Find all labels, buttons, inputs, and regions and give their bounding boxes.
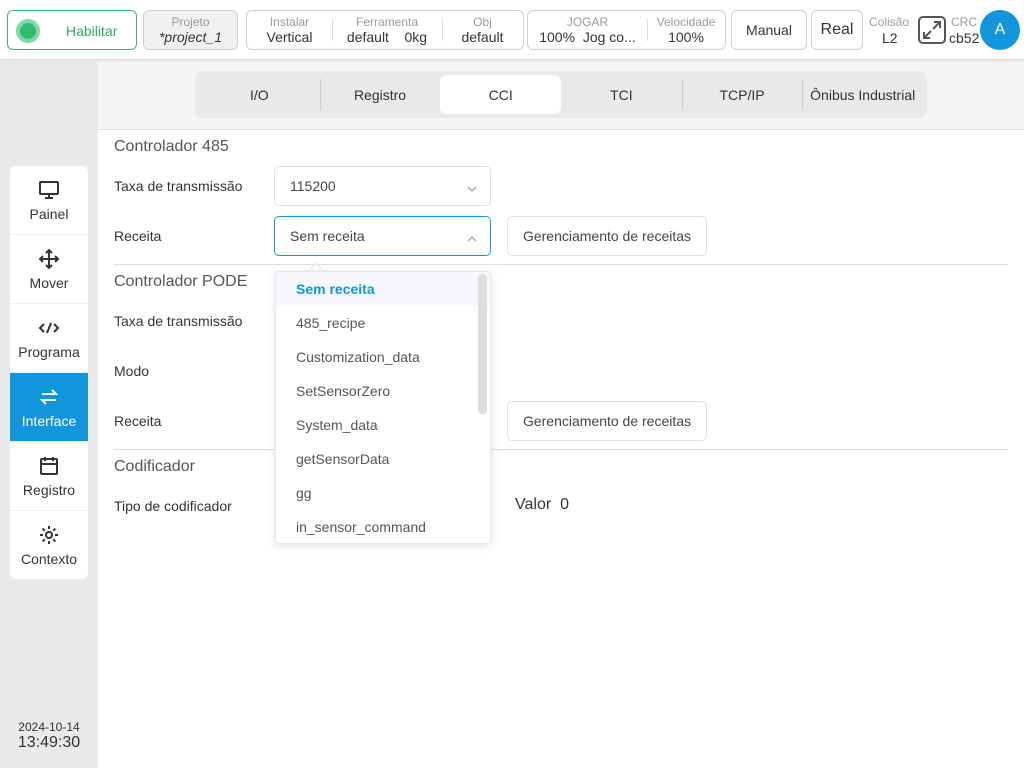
swap-arrows-icon bbox=[38, 386, 60, 408]
install-cell[interactable]: Instalar Vertical bbox=[247, 11, 332, 49]
speed-cell[interactable]: Velocidade 100% bbox=[647, 11, 725, 49]
sidebar-item-label: Programa bbox=[18, 343, 80, 360]
dropdown-option[interactable]: SetSensorZero bbox=[276, 374, 490, 408]
chevron-up-icon bbox=[466, 231, 478, 247]
jog-speed-group[interactable]: JOGAR 100% Jog co... Velocidade 100% bbox=[527, 10, 726, 50]
sidebar-item-label: Mover bbox=[29, 274, 69, 291]
sidebar-item-interface[interactable]: Interface bbox=[10, 373, 88, 442]
controller485-recipe-select[interactable]: Sem receita bbox=[274, 216, 491, 256]
dropdown-option[interactable]: Sem receita bbox=[276, 272, 490, 306]
can-baud-label: Taxa de transmissão bbox=[114, 313, 243, 329]
tab-onibus-industrial[interactable]: Ônibus Industrial bbox=[802, 75, 923, 114]
crc-caption: CRC bbox=[951, 15, 977, 29]
jog-value: 100% Jog co... bbox=[539, 29, 636, 45]
sidebar-item-registro[interactable]: Registro bbox=[10, 442, 88, 511]
tab-cci[interactable]: CCI bbox=[440, 75, 562, 114]
dropdown-option[interactable]: in_sensor_command bbox=[276, 510, 490, 543]
project-caption: Projeto bbox=[171, 15, 210, 29]
recipe-dropdown-menu: Sem receita 485_recipe Customization_dat… bbox=[275, 271, 491, 544]
real-button[interactable]: Real bbox=[811, 10, 863, 50]
dropdown-option[interactable]: System_data bbox=[276, 408, 490, 442]
sidebar-item-label: Registro bbox=[22, 481, 76, 498]
install-caption: Instalar bbox=[269, 15, 310, 29]
user-avatar[interactable]: A bbox=[980, 10, 1020, 50]
tab-header: I/O Registro CCI TCI TCP/IP Ônibus Indus… bbox=[98, 62, 1024, 130]
obj-value: default bbox=[461, 29, 504, 45]
tab-io[interactable]: I/O bbox=[199, 75, 320, 114]
tab-tci[interactable]: TCI bbox=[561, 75, 682, 114]
collision-caption: Colisão bbox=[869, 15, 910, 29]
jog-cell[interactable]: JOGAR 100% Jog co... bbox=[528, 11, 647, 49]
tool-caption: Ferramenta bbox=[355, 15, 419, 29]
speed-caption: Velocidade bbox=[656, 15, 716, 29]
time-display: 13:49:30 bbox=[17, 734, 81, 751]
tab-registro[interactable]: Registro bbox=[319, 75, 441, 114]
project-name: *project_1 bbox=[158, 29, 223, 45]
controller485-recipe-label: Receita bbox=[114, 228, 162, 244]
divider bbox=[114, 449, 1008, 450]
dropdown-option[interactable]: getSensorData bbox=[276, 442, 490, 476]
dropdown-scrollbar[interactable] bbox=[478, 274, 487, 414]
enable-label: Habilitar bbox=[66, 23, 118, 39]
tab-bar: I/O Registro CCI TCI TCP/IP Ônibus Indus… bbox=[195, 71, 927, 118]
crc-value: cb52 bbox=[949, 30, 980, 46]
encoder-value-display: Valor 0 bbox=[515, 496, 569, 513]
code-icon bbox=[38, 317, 60, 339]
dropdown-option[interactable]: gg bbox=[276, 476, 490, 510]
sidebar-item-mover[interactable]: Mover bbox=[10, 235, 88, 304]
project-button[interactable]: Projeto *project_1 bbox=[143, 10, 238, 50]
tool-cell[interactable]: Ferramenta default 0kg bbox=[332, 11, 442, 49]
sidebar-item-label: Painel bbox=[29, 205, 69, 222]
controller485-baud-label: Taxa de transmissão bbox=[114, 178, 243, 194]
sidebar-item-programa[interactable]: Programa bbox=[10, 304, 88, 373]
speed-value: 100% bbox=[668, 29, 704, 45]
enable-button[interactable]: Habilitar bbox=[7, 10, 137, 50]
sidebar-item-label: Interface bbox=[21, 412, 77, 429]
controller485-baud-select[interactable]: 115200 bbox=[274, 166, 491, 206]
sidebar: Painel Mover Programa Interface Registro… bbox=[10, 166, 88, 579]
encoder-title: Codificador bbox=[114, 458, 195, 475]
can-recipe-manage-button[interactable]: Gerenciamento de receitas bbox=[507, 401, 707, 441]
dropdown-option[interactable]: 485_recipe bbox=[276, 306, 490, 340]
tool-value: default 0kg bbox=[346, 29, 428, 45]
expand-icon[interactable] bbox=[917, 15, 947, 48]
jog-caption: JOGAR bbox=[566, 15, 609, 29]
gear-icon bbox=[38, 524, 60, 546]
robot-config-group[interactable]: Instalar Vertical Ferramenta default 0kg… bbox=[246, 10, 524, 50]
power-status-icon bbox=[16, 19, 40, 43]
can-title: Controlador PODE bbox=[114, 273, 248, 290]
can-mode-label: Modo bbox=[114, 363, 150, 379]
encoder-type-label: Tipo de codificador bbox=[114, 498, 232, 514]
collision-value: L2 bbox=[882, 30, 898, 46]
controller485-title: Controlador 485 bbox=[114, 138, 229, 155]
divider bbox=[114, 264, 1008, 265]
select-value: 115200 bbox=[290, 178, 336, 194]
main-panel: I/O Registro CCI TCI TCP/IP Ônibus Indus… bbox=[98, 62, 1024, 768]
monitor-icon bbox=[38, 179, 60, 201]
tab-tcpip[interactable]: TCP/IP bbox=[681, 75, 803, 114]
can-recipe-label: Receita bbox=[114, 413, 162, 429]
chevron-down-icon bbox=[466, 181, 478, 197]
controller485-recipe-manage-button[interactable]: Gerenciamento de receitas bbox=[507, 216, 707, 256]
obj-cell[interactable]: Obj default bbox=[442, 11, 523, 49]
dropdown-option[interactable]: Customization_data bbox=[276, 340, 490, 374]
date-display: 2024-10-14 bbox=[18, 720, 80, 734]
sidebar-item-painel[interactable]: Painel bbox=[10, 166, 88, 235]
sidebar-item-label: Contexto bbox=[20, 551, 78, 567]
select-value: Sem receita bbox=[290, 228, 365, 244]
manual-button[interactable]: Manual bbox=[731, 10, 807, 50]
install-value: Vertical bbox=[266, 29, 313, 45]
top-bar: Habilitar Projeto *project_1 Instalar Ve… bbox=[0, 0, 1024, 60]
calendar-icon bbox=[38, 455, 60, 477]
obj-caption: Obj bbox=[473, 15, 492, 29]
sidebar-item-contexto[interactable]: Contexto bbox=[10, 511, 88, 579]
move-arrows-icon bbox=[38, 248, 60, 270]
